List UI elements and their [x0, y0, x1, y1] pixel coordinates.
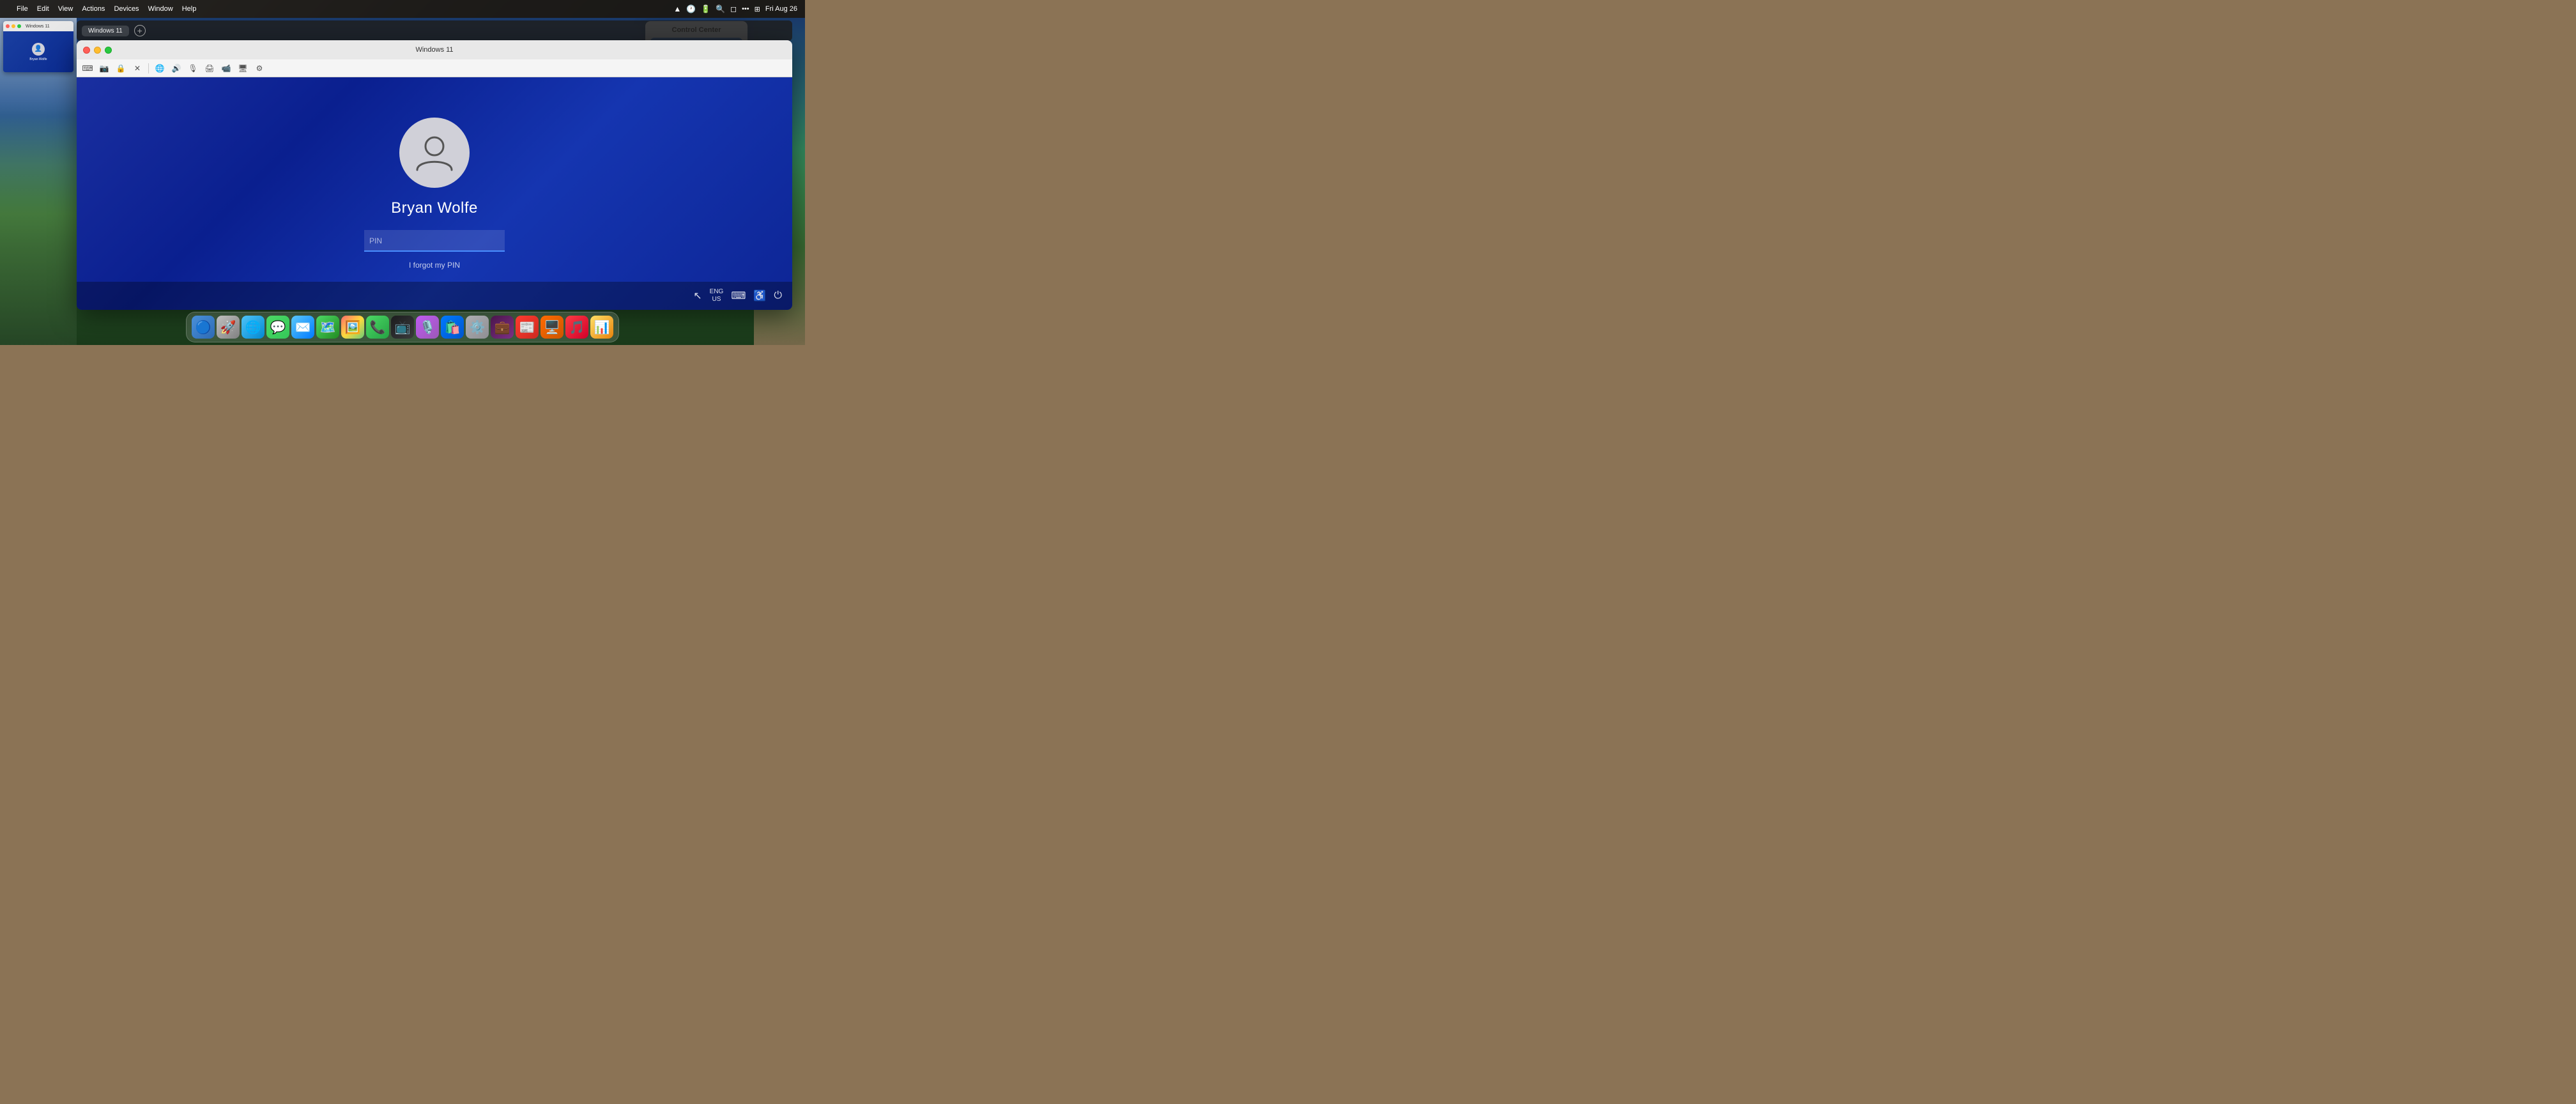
menu-actions[interactable]: Actions — [82, 5, 105, 13]
menu-devices[interactable]: Devices — [114, 5, 139, 13]
menu-icon-search[interactable]: 🔍 — [716, 4, 725, 13]
menu-icon-time[interactable]: 🕐 — [686, 4, 696, 13]
mini-window-content: 👤 Bryan Wolfe — [3, 31, 73, 72]
menu-datetime: Fri Aug 26 — [765, 5, 797, 13]
vm-tab-windows11[interactable]: Windows 11 — [82, 26, 129, 36]
menubar-right: ▲ 🕐 🔋 🔍 ◻ ••• ⊞ Fri Aug 26 — [673, 4, 797, 13]
taskbar-power-icon[interactable]: ⏻ — [774, 290, 782, 302]
toolbar-printer-icon[interactable]: 🖨 — [204, 63, 215, 74]
menu-window[interactable]: Window — [148, 5, 173, 13]
dock-icon-vm[interactable]: 🖥️ — [540, 316, 564, 339]
mini-fullscreen-button[interactable] — [17, 24, 21, 28]
toolbar-globe-icon[interactable]: 🌐 — [154, 63, 165, 74]
menu-icon-cc[interactable]: ⊞ — [755, 5, 760, 13]
dock-icon-finder[interactable]: 🔵 — [192, 316, 215, 339]
mini-titlebar: Windows 11 — [3, 21, 73, 31]
vm-tab-label: Windows 11 — [88, 27, 123, 34]
mac-menubar: File Edit View Actions Devices Window He… — [0, 0, 805, 18]
win11-lockscreen: Bryan Wolfe I forgot my PIN ↖ ENG US ⌨ ♿… — [77, 77, 792, 310]
dock-icon-appstore[interactable]: 🛍️ — [441, 316, 464, 339]
minimize-button[interactable] — [94, 47, 101, 54]
toolbar-settings-icon[interactable]: ✕ — [132, 63, 143, 74]
dock-icon-safari[interactable]: 🌐 — [241, 316, 264, 339]
menu-icon-battery[interactable]: 🔋 — [701, 4, 710, 13]
vm-window: Windows 11 ⌨ 📷 🔒 ✕ 🌐 🔊 🎙 🖨 📹 🖥 ⚙ — [77, 40, 792, 310]
menu-file[interactable]: File — [17, 5, 28, 13]
menu-help[interactable]: Help — [182, 5, 197, 13]
toolbar-mic-icon[interactable]: 🎙 — [187, 63, 199, 74]
toolbar-keyboard-icon[interactable]: ⌨ — [82, 63, 93, 74]
mini-close-button[interactable] — [6, 24, 10, 28]
dock-icon-news[interactable]: 📰 — [516, 316, 539, 339]
menu-edit[interactable]: Edit — [37, 5, 49, 13]
mac-dock: 🔵 🚀 🌐 💬 ✉️ 🗺️ 🖼️ 📞 📺 🎙️ 🛍️ ⚙️ 💼 📰 🖥️ 🎵 📊 — [186, 312, 619, 342]
dock-icon-settings[interactable]: ⚙️ — [466, 316, 489, 339]
mini-minimize-button[interactable] — [12, 24, 15, 28]
taskbar-accessibility-icon[interactable]: ♿ — [753, 289, 766, 302]
toolbar-gear-icon[interactable]: ⚙ — [254, 63, 265, 74]
win11-username: Bryan Wolfe — [391, 199, 478, 217]
dock-icon-launchpad[interactable]: 🚀 — [217, 316, 240, 339]
toolbar-sound-icon[interactable]: 🔊 — [171, 63, 182, 74]
dock-icon-podcasts[interactable]: 🎙️ — [416, 316, 439, 339]
toolbar-lock-icon[interactable]: 🔒 — [115, 63, 126, 74]
vm-add-tab-button[interactable]: + — [134, 25, 146, 36]
toolbar-camera-icon[interactable]: 📹 — [220, 63, 232, 74]
pin-input[interactable] — [364, 230, 505, 252]
dock-icon-phone[interactable]: 📞 — [366, 316, 389, 339]
dock-icon-keynote[interactable]: 📊 — [590, 316, 613, 339]
mini-vm-window: Windows 11 👤 Bryan Wolfe — [3, 21, 73, 72]
menu-dots[interactable]: ••• — [742, 5, 749, 13]
mac-desktop: Control Center Windows 11 ⊙ ⊚ Windows 11… — [0, 18, 805, 345]
pin-input-wrapper[interactable] — [364, 230, 505, 252]
vm-overview-bar: Windows 11 + — [77, 20, 792, 41]
dock-icon-slack[interactable]: 💼 — [491, 316, 514, 339]
toolbar-screenshot-icon[interactable]: 📷 — [98, 63, 110, 74]
fullscreen-button[interactable] — [105, 47, 112, 54]
menu-icon-wifi[interactable]: ▲ — [673, 4, 681, 13]
menu-icon-bluetooth[interactable]: ◻ — [730, 4, 737, 13]
dock-icon-music[interactable]: 🎵 — [565, 316, 588, 339]
vm-toolbar: ⌨ 📷 🔒 ✕ 🌐 🔊 🎙 🖨 📹 🖥 ⚙ — [77, 59, 792, 77]
forgot-pin-link[interactable]: I forgot my PIN — [409, 261, 460, 270]
dock-icon-messages[interactable]: 💬 — [266, 316, 289, 339]
dock-icon-photos[interactable]: 🖼️ — [341, 316, 364, 339]
pin-container: I forgot my PIN — [364, 230, 505, 270]
vm-title-text: Windows 11 — [415, 46, 453, 54]
mini-user-name: Bryan Wolfe — [29, 57, 47, 61]
close-button[interactable] — [83, 47, 90, 54]
dock-icon-tv[interactable]: 📺 — [391, 316, 414, 339]
vm-titlebar: Windows 11 — [77, 40, 792, 59]
dock-icon-maps[interactable]: 🗺️ — [316, 316, 339, 339]
taskbar-language[interactable]: ENG US — [710, 288, 724, 303]
toolbar-separator — [148, 63, 149, 73]
win11-taskbar: ↖ ENG US ⌨ ♿ ⏻ — [77, 282, 792, 310]
menubar-left: File Edit View Actions Devices Window He… — [8, 5, 196, 13]
mini-user-avatar: 👤 — [32, 43, 45, 56]
taskbar-cursor-icon[interactable]: ↖ — [693, 289, 702, 302]
user-silhouette-icon — [412, 130, 457, 175]
menu-view[interactable]: View — [58, 5, 73, 13]
dock-icon-mail[interactable]: ✉️ — [291, 316, 314, 339]
toolbar-display-icon[interactable]: 🖥 — [237, 63, 249, 74]
taskbar-keyboard-icon[interactable]: ⌨ — [731, 289, 746, 302]
user-avatar — [399, 118, 470, 188]
mini-window-title: Windows 11 — [26, 24, 50, 29]
